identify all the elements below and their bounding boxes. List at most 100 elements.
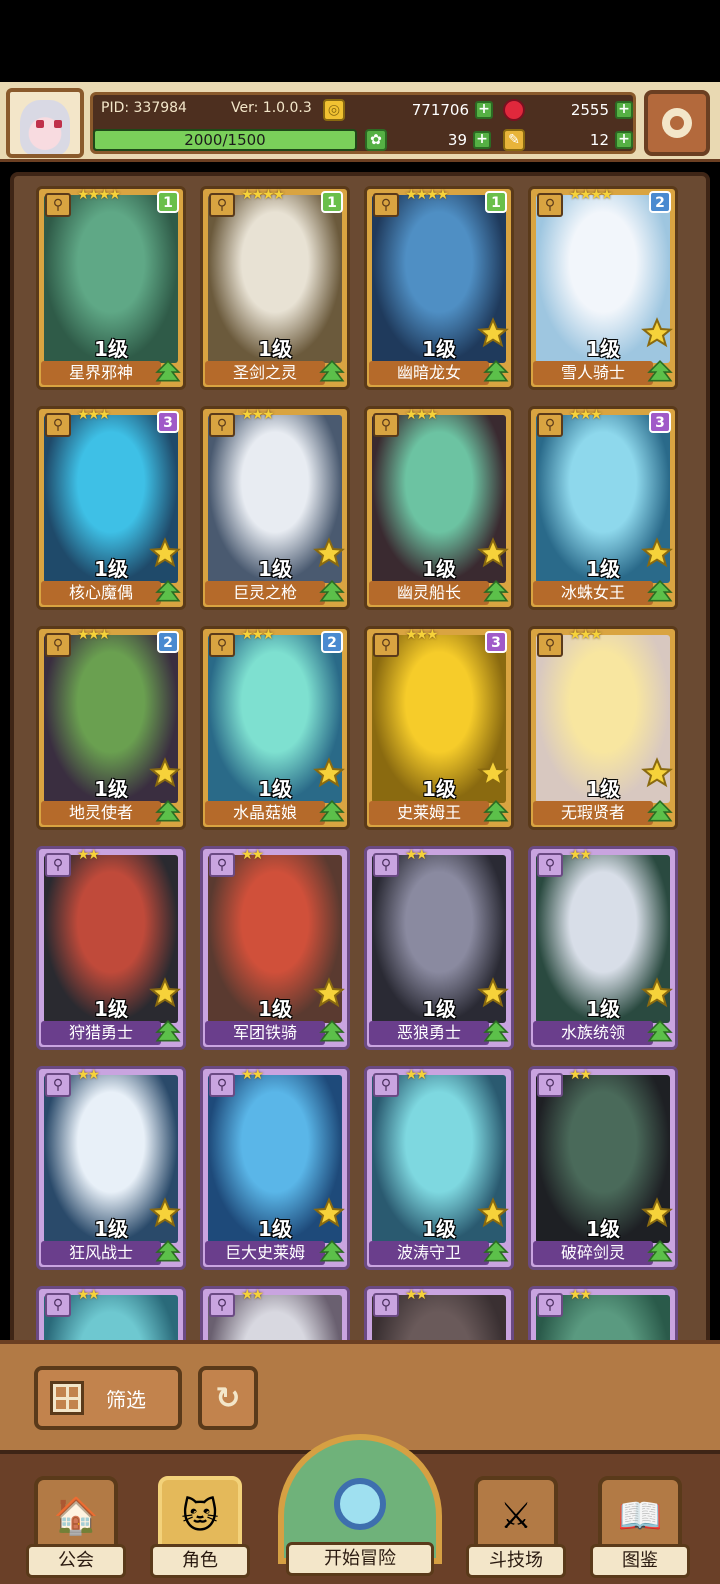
resource-panel: PID: 337984 Ver: 1.0.0.3 ◎ 771706 + 2555… — [90, 92, 636, 154]
bottom-nav: 🏠 公会 🐱 角色 开始冒险 ⚔ 斗技场 📖 图鉴 — [0, 1434, 720, 1584]
character-card[interactable]: ⚲ ★★ 1级 破碎剑灵 — [528, 1066, 678, 1270]
character-card[interactable]: ⚲ ★★★★ 2 1级 雪人骑士 — [528, 186, 678, 390]
star-rating: ★★ — [405, 1067, 428, 1083]
gold-resource: ◎ 771706 + — [323, 98, 493, 122]
nav-codex-label: 图鉴 — [590, 1544, 690, 1578]
character-card[interactable]: ⚲ ★★★★ 1 1级 星界邪神 — [36, 186, 186, 390]
nav-arena-label: 斗技场 — [466, 1544, 566, 1578]
refresh-button[interactable]: ↻ — [198, 1366, 258, 1430]
character-name: 幽灵船长 — [369, 581, 489, 605]
level-up-arrow-icon — [155, 800, 181, 822]
star-upgrade-icon — [641, 757, 673, 788]
level-up-arrow-icon — [155, 580, 181, 602]
add-tickets-button[interactable]: + — [615, 131, 633, 149]
gold-coin-icon: ◎ — [323, 99, 345, 121]
class-key-icon: ⚲ — [209, 413, 235, 437]
nav-adventure[interactable]: 开始冒险 — [278, 1434, 442, 1584]
level-up-arrow-icon — [319, 360, 345, 382]
character-card[interactable]: ⚲ ★★★★ 1 1级 幽暗龙女 — [364, 186, 514, 390]
settings-button[interactable] — [644, 90, 710, 156]
gold-amount: 771706 — [411, 101, 469, 119]
star-rating: ★★ — [77, 847, 100, 863]
character-name: 水晶菇娘 — [205, 801, 325, 825]
filter-button[interactable]: 筛选 — [34, 1366, 182, 1430]
class-key-icon: ⚲ — [209, 193, 235, 217]
character-card[interactable]: ⚲ ★★ 1级 巨大史莱姆 — [200, 1066, 350, 1270]
nav-characters[interactable]: 🐱 角色 — [150, 1476, 250, 1584]
character-card[interactable]: ⚲ ★★★ 3 1级 冰蛛女王 — [528, 406, 678, 610]
ticket-amount: 12 — [589, 131, 609, 149]
character-name: 军团铁骑 — [205, 1021, 325, 1045]
star-rating: ★★ — [241, 847, 264, 863]
rank-badge: 1 — [321, 191, 343, 213]
level-up-arrow-icon — [319, 580, 345, 602]
nav-arena[interactable]: ⚔ 斗技场 — [466, 1476, 566, 1584]
level-up-arrow-icon — [647, 360, 673, 382]
add-gold-button[interactable]: + — [475, 101, 493, 119]
nav-codex[interactable]: 📖 图鉴 — [590, 1476, 690, 1584]
character-name: 无瑕贤者 — [533, 801, 653, 825]
class-key-icon: ⚲ — [373, 1073, 399, 1097]
character-name: 狂风战士 — [41, 1241, 161, 1265]
class-key-icon: ⚲ — [209, 1073, 235, 1097]
character-level: 1级 — [258, 337, 292, 361]
character-card[interactable]: ⚲ ★★★ 3 1级 核心魔偶 — [36, 406, 186, 610]
rank-badge: 3 — [157, 411, 179, 433]
star-rating: ★★★★ — [241, 187, 285, 203]
nav-guild[interactable]: 🏠 公会 — [26, 1476, 126, 1584]
player-avatar[interactable] — [6, 88, 84, 158]
class-key-icon: ⚲ — [45, 633, 71, 657]
character-card[interactable]: ⚲ ★★★ 3 1级 史莱姆王 — [364, 626, 514, 830]
character-name: 破碎剑灵 — [533, 1241, 653, 1265]
character-card[interactable]: ⚲ ★★ 1级 狂风战士 — [36, 1066, 186, 1270]
star-upgrade-icon — [641, 537, 673, 568]
class-key-icon: ⚲ — [537, 1293, 563, 1317]
class-key-icon: ⚲ — [373, 1293, 399, 1317]
character-name: 幽暗龙女 — [369, 361, 489, 385]
clover-resource: ✿ 39 + — [365, 128, 491, 152]
gear-icon-center — [670, 116, 684, 130]
star-rating: ★★ — [405, 847, 428, 863]
rank-badge: 1 — [157, 191, 179, 213]
rank-badge: 1 — [485, 191, 507, 213]
star-upgrade-icon — [313, 977, 345, 1008]
ticket-icon: ✎ — [503, 129, 525, 151]
character-grid-frame: ⚲ ★★★★ 1 1级 星界邪神 ⚲ ★★★★ 1 1级 圣剑之灵 ⚲ ★★★★ 1 1级 幽暗龙女 ⚲ ★★★… — [10, 172, 710, 1352]
player-id: PID: 337984 — [101, 100, 187, 116]
character-card[interactable]: ⚲ ★★ 1级 军团铁骑 — [200, 846, 350, 1050]
game-version: Ver: 1.0.0.3 — [231, 100, 312, 116]
class-key-icon: ⚲ — [537, 413, 563, 437]
star-rating: ★★ — [569, 1067, 592, 1083]
character-card[interactable]: ⚲ ★★ 1级 恶狼勇士 — [364, 846, 514, 1050]
character-card[interactable]: ⚲ ★★★★ 1 1级 圣剑之灵 — [200, 186, 350, 390]
add-clover-button[interactable]: + — [473, 131, 491, 149]
character-card[interactable]: ⚲ ★★★ 2 1级 水晶菇娘 — [200, 626, 350, 830]
character-card[interactable]: ⚲ ★★ 1级 水族统领 — [528, 846, 678, 1050]
add-gems-button[interactable]: + — [615, 101, 633, 119]
star-upgrade-icon — [313, 757, 345, 788]
character-card[interactable]: ⚲ ★★★ 1级 幽灵船长 — [364, 406, 514, 610]
character-name: 地灵使者 — [41, 801, 161, 825]
character-name: 狩猎勇士 — [41, 1021, 161, 1045]
status-bar — [0, 0, 720, 82]
character-name: 水族统领 — [533, 1021, 653, 1045]
character-name: 核心魔偶 — [41, 581, 161, 605]
level-up-arrow-icon — [155, 1240, 181, 1262]
character-level: 1级 — [94, 337, 128, 361]
character-card[interactable]: ⚲ ★★★ 1级 无瑕贤者 — [528, 626, 678, 830]
star-upgrade-icon — [477, 317, 509, 348]
character-card[interactable]: ⚲ ★★ 1级 波涛守卫 — [364, 1066, 514, 1270]
character-name: 雪人骑士 — [533, 361, 653, 385]
character-card[interactable]: ⚲ ★★★ 2 1级 地灵使者 — [36, 626, 186, 830]
level-up-arrow-icon — [647, 580, 673, 602]
character-name: 巨灵之枪 — [205, 581, 325, 605]
class-key-icon: ⚲ — [209, 1293, 235, 1317]
clover-amount: 39 — [447, 131, 467, 149]
character-card[interactable]: ⚲ ★★ 1级 狩猎勇士 — [36, 846, 186, 1050]
rank-badge: 3 — [649, 411, 671, 433]
character-card[interactable]: ⚲ ★★★ 1级 巨灵之枪 — [200, 406, 350, 610]
star-upgrade-icon — [313, 537, 345, 568]
class-key-icon: ⚲ — [373, 413, 399, 437]
level-up-arrow-icon — [319, 800, 345, 822]
exp-text: 2000/1500 — [184, 131, 266, 149]
